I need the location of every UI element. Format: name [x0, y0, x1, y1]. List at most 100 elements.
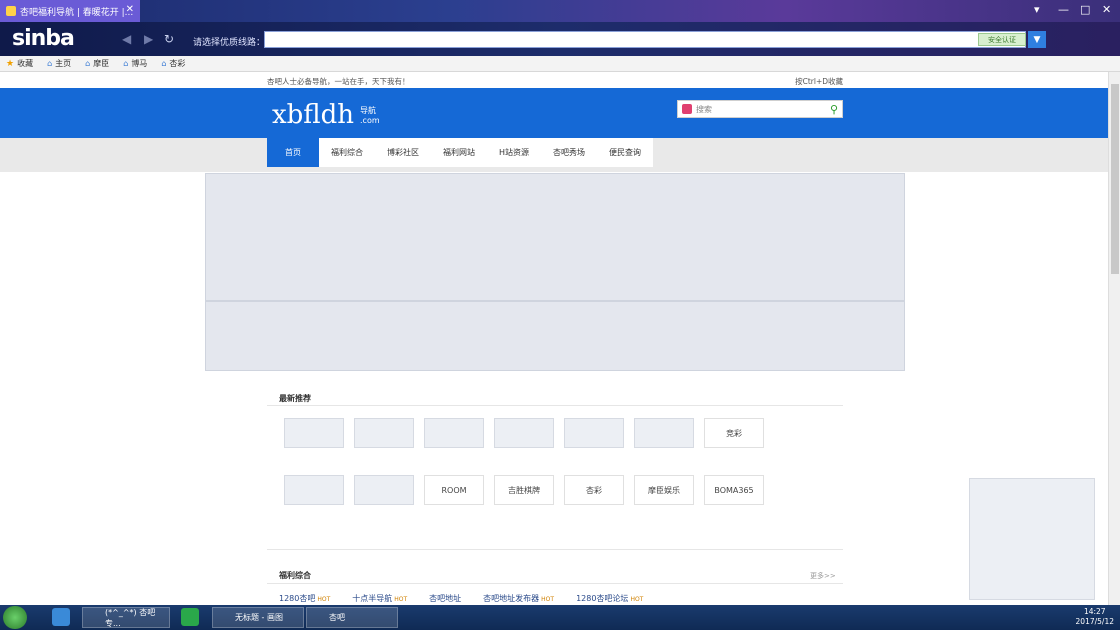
link-label[interactable]: 1280杏吧论坛 — [576, 594, 628, 603]
search-icon[interactable]: ⚲ — [830, 103, 838, 116]
taskbar-app-paint[interactable]: 无标题 - 画图 — [212, 607, 304, 628]
menu-item[interactable]: 杏吧秀场 — [541, 138, 597, 167]
maximize-icon[interactable]: □ — [1080, 3, 1090, 16]
divider — [267, 549, 843, 550]
site-slogan: 杏吧人士必备导航，一站在手，天下我有！ — [267, 77, 410, 86]
house-icon: ⌂ — [47, 59, 53, 68]
tile-placeholder[interactable] — [634, 418, 694, 448]
favorites-item[interactable]: ⌂ 杏彩 — [161, 58, 185, 69]
tile-room[interactable]: ROOM — [424, 475, 484, 505]
tile-xingcai[interactable]: 杏彩 — [564, 475, 624, 505]
close-window-icon[interactable]: ✕ — [1102, 3, 1111, 16]
pinned-app-icon[interactable] — [52, 608, 70, 626]
pinned-app-icon[interactable] — [181, 608, 199, 626]
tile-placeholder[interactable] — [494, 418, 554, 448]
search-engine-icon — [682, 104, 692, 114]
house-icon: ⌂ — [85, 59, 91, 68]
site-logo-nav: 导航 — [360, 106, 376, 115]
main-menu: 首页 福利综合 博彩社区 福利网站 H站资源 杏吧秀场 便民查询 — [267, 138, 654, 167]
menu-item[interactable]: 博彩社区 — [375, 138, 431, 167]
more-link[interactable]: 更多>> — [810, 571, 836, 581]
taskbar-app-browser[interactable]: (*^_^*) 杏吧专... — [82, 607, 170, 628]
scroll-thumb[interactable] — [1111, 84, 1119, 274]
link-label[interactable]: 杏吧地址发布器 — [483, 594, 539, 603]
site-header: xbfldh 导航 .com 搜索 ⚲ — [0, 88, 1108, 138]
favorites-item[interactable]: ⌂ 博马 — [123, 58, 147, 69]
tile-mc[interactable]: 摩臣娱乐 — [634, 475, 694, 505]
link-label[interactable]: 杏吧地址 — [429, 594, 461, 603]
menu-strip: 首页 福利综合 博彩社区 福利网站 H站资源 杏吧秀场 便民查询 — [0, 138, 1108, 172]
address-label: 请选择优质线路： — [193, 38, 266, 48]
menu-item[interactable]: 福利网站 — [431, 138, 487, 167]
menu-item[interactable]: 福利综合 — [319, 138, 375, 167]
link-label[interactable]: 十点半导航 — [352, 594, 392, 603]
menu-item-home[interactable]: 首页 — [267, 138, 319, 167]
favorites-bar: ★ 收藏 ⌂ 主页 ⌂ 摩臣 ⌂ 博马 ⌂ 杏彩 — [0, 56, 1120, 72]
welfare-section-title: 福利综合 — [279, 571, 311, 580]
welfare-link[interactable]: 杏吧地址发布器 HOT — [483, 593, 554, 604]
house-icon: ⌂ — [161, 59, 167, 68]
hot-badge: HOT — [317, 596, 331, 603]
vertical-scrollbar[interactable] — [1108, 72, 1120, 605]
forward-icon[interactable]: ▶ — [144, 32, 153, 46]
divider — [267, 583, 843, 584]
close-tab-icon[interactable]: ✕ — [126, 4, 134, 15]
menu-dropdown-icon[interactable]: ▾ — [1034, 3, 1040, 16]
favorites-item[interactable]: ⌂ 摩臣 — [85, 58, 109, 69]
refresh-icon[interactable]: ↻ — [164, 32, 174, 46]
latest-section-title: 最新推荐 — [279, 394, 311, 403]
site-logo-sub: 导航 .com — [360, 106, 380, 126]
address-input[interactable] — [264, 31, 1026, 48]
menu-item[interactable]: H站资源 — [487, 138, 541, 167]
title-bar: 杏吧福利导航 | 春暖花开 |... ✕ ▾ — □ ✕ — [0, 0, 1120, 22]
top-info-bar: 杏吧人士必备导航，一站在手，天下我有！ 按Ctrl+D收藏 — [0, 72, 1108, 88]
site-logo[interactable]: xbfldh — [272, 100, 354, 130]
tile-jingcai[interactable]: 竞彩 — [704, 418, 764, 448]
hot-badge: HOT — [541, 596, 555, 603]
security-cert-badge[interactable]: 安全认证 — [978, 33, 1026, 46]
minimize-icon[interactable]: — — [1058, 3, 1069, 16]
tile-placeholder[interactable] — [284, 418, 344, 448]
tray-date: 2017/5/12 — [1075, 617, 1114, 626]
favorites-label: 博马 — [131, 59, 148, 68]
banner-placeholder-top[interactable] — [205, 173, 905, 301]
hot-badge: HOT — [394, 596, 408, 603]
tile-placeholder[interactable] — [564, 418, 624, 448]
tile-placeholder[interactable] — [354, 418, 414, 448]
browser-tab[interactable]: 杏吧福利导航 | 春暖花开 |... ✕ — [0, 0, 140, 22]
tile-row-1: 竞彩 — [284, 418, 764, 448]
welfare-link[interactable]: 杏吧地址 — [429, 593, 461, 604]
tile-placeholder[interactable] — [354, 475, 414, 505]
tab-favicon-icon — [6, 6, 16, 16]
tile-chess[interactable]: 吉胜棋牌 — [494, 475, 554, 505]
tile-row-2: ROOM 吉胜棋牌 杏彩 摩臣娱乐 BOMA365 — [284, 475, 764, 505]
tile-boma[interactable]: BOMA365 — [704, 475, 764, 505]
browser-logo: sinba — [12, 26, 75, 51]
favorites-item[interactable]: ⌂ 主页 — [47, 58, 71, 69]
welfare-link[interactable]: 十点半导航 HOT — [352, 593, 407, 604]
start-button[interactable] — [3, 606, 27, 629]
favorites-label: 主页 — [55, 59, 72, 68]
favorites-item[interactable]: ★ 收藏 — [6, 58, 33, 69]
link-label[interactable]: 1280杏吧 — [279, 594, 315, 603]
tab-title: 杏吧福利导航 | 春暖花开 |... — [20, 7, 134, 18]
welfare-link[interactable]: 1280杏吧论坛 HOT — [576, 593, 643, 604]
star-icon: ★ — [6, 58, 15, 69]
search-input[interactable]: 搜索 — [696, 104, 712, 115]
house-icon: ⌂ — [123, 59, 129, 68]
tile-placeholder[interactable] — [284, 475, 344, 505]
address-dropdown-icon[interactable]: ▼ — [1028, 31, 1046, 48]
taskbar-app-sinba[interactable]: 杏吧 — [306, 607, 398, 628]
welfare-section: 福利综合 — [267, 570, 843, 581]
favorites-label: 摩臣 — [93, 59, 110, 68]
welfare-links: 1280杏吧 HOT 十点半导航 HOT 杏吧地址 杏吧地址发布器 HOT 1280杏… — [267, 593, 843, 604]
welfare-link[interactable]: 1280杏吧 HOT — [279, 593, 330, 604]
side-ad-placeholder[interactable] — [969, 478, 1095, 600]
tile-placeholder[interactable] — [424, 418, 484, 448]
back-icon[interactable]: ◀ — [122, 32, 131, 46]
menu-item[interactable]: 便民查询 — [597, 138, 653, 167]
search-box[interactable]: 搜索 ⚲ — [677, 100, 843, 118]
system-tray-clock[interactable]: 14:27 2017/5/12 — [1076, 607, 1114, 627]
page-content: 杏吧人士必备导航，一站在手，天下我有！ 按Ctrl+D收藏 xbfldh 导航 … — [0, 72, 1108, 605]
banner-placeholder-bottom[interactable] — [205, 301, 905, 371]
